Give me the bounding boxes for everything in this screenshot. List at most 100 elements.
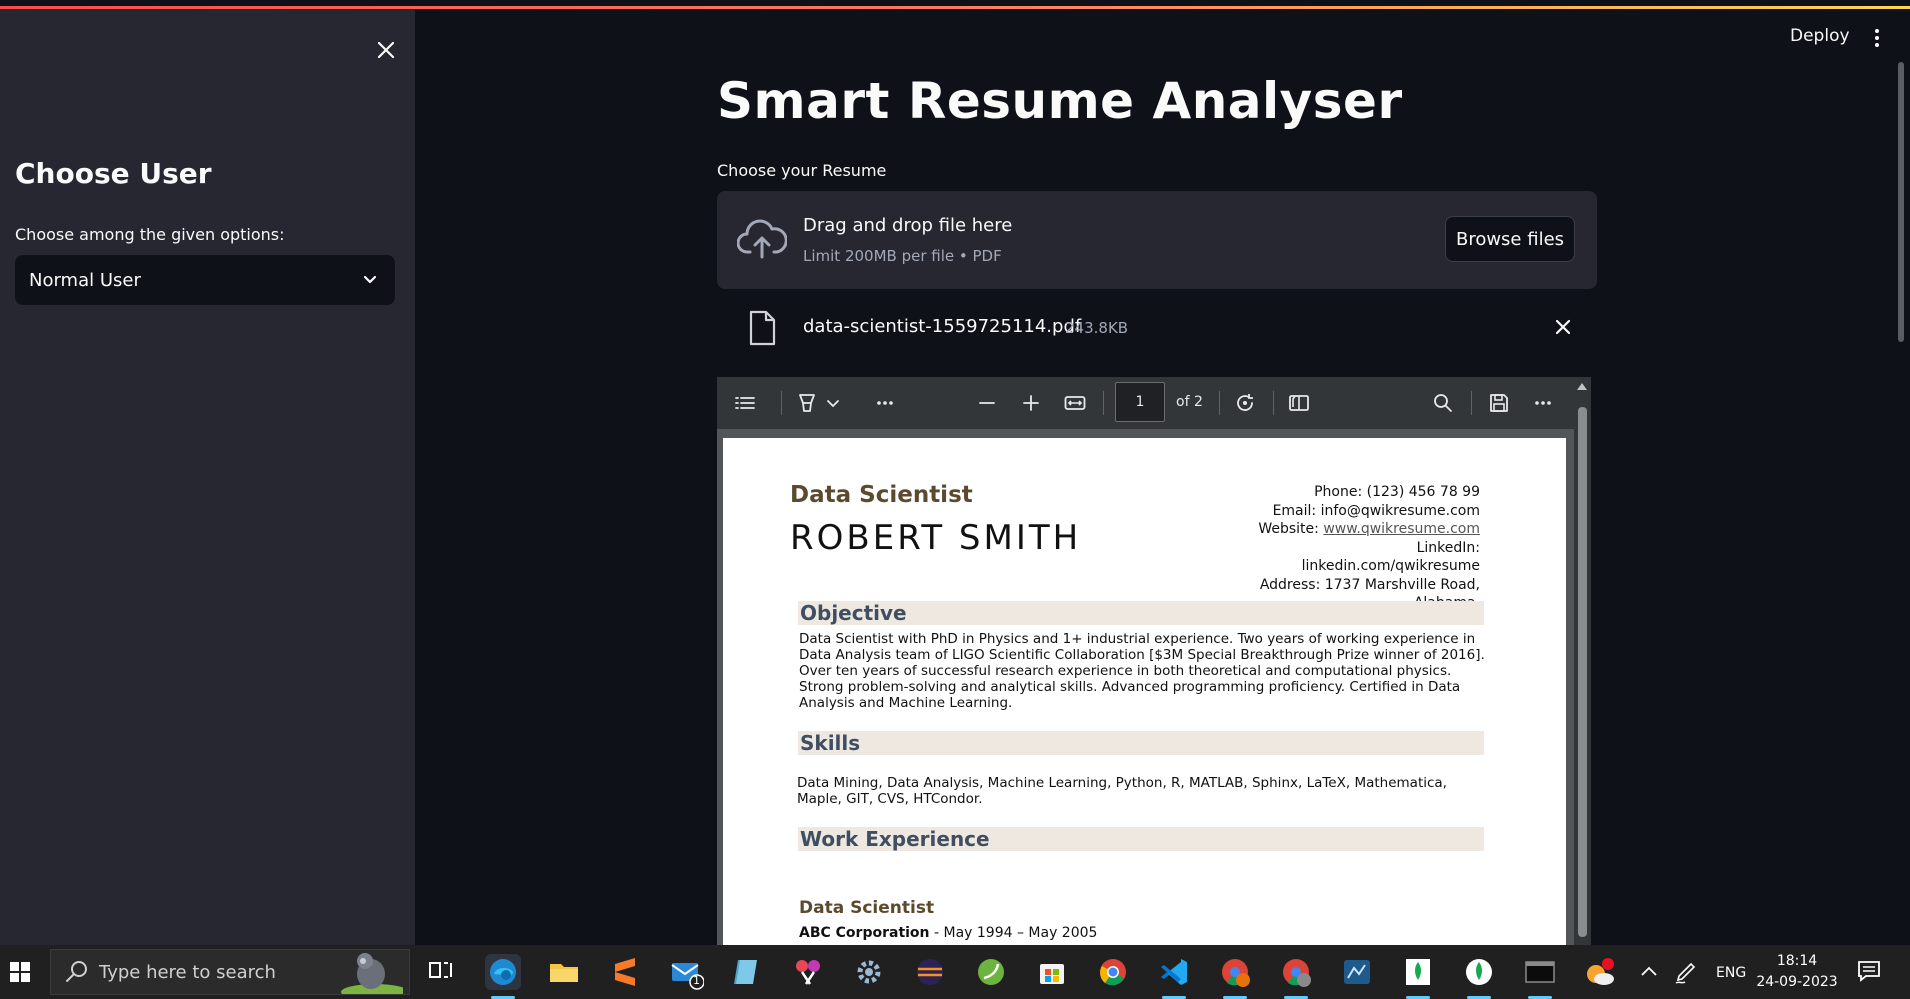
- mail-icon[interactable]: 1: [668, 954, 705, 990]
- clock[interactable]: 18:14 24-09-2023: [1752, 951, 1842, 993]
- mongodb-compass-icon[interactable]: [1400, 954, 1436, 999]
- resume-website: Website: www.qwikresume.com: [1220, 520, 1480, 539]
- list-icon: [735, 397, 755, 409]
- vscode-icon[interactable]: [1156, 954, 1192, 999]
- toolbar-separator: [781, 391, 782, 415]
- save-button[interactable]: [1487, 391, 1511, 415]
- file-size: 243.8KB: [1065, 319, 1129, 337]
- zoom-in-button[interactable]: [1019, 391, 1043, 415]
- search-placeholder: Type here to search: [99, 961, 276, 983]
- file-explorer-icon[interactable]: [546, 954, 582, 990]
- edge-browser-icon[interactable]: [485, 954, 521, 999]
- notes-app-icon[interactable]: [729, 954, 765, 990]
- search-button[interactable]: [1431, 391, 1455, 415]
- plus-icon: [1023, 395, 1039, 411]
- more-actions-button[interactable]: [873, 391, 897, 415]
- weather-icon[interactable]: [1582, 954, 1618, 990]
- clock-date: 24-09-2023: [1756, 974, 1838, 990]
- scroll-up-arrow-icon[interactable]: [1577, 383, 1587, 390]
- spring-tool-icon[interactable]: [973, 954, 1009, 990]
- skills-heading: Skills: [798, 731, 1484, 755]
- file-icon: [749, 310, 776, 346]
- main-scrollbar[interactable]: [1898, 62, 1904, 342]
- search-icon: [1434, 394, 1452, 412]
- job-line: ABC Corporation - May 1994 – May 2005: [799, 925, 1097, 941]
- chrome-profile-p-icon[interactable]: [1217, 954, 1253, 999]
- page-title: Smart Resume Analyser: [717, 72, 1403, 130]
- task-view-icon[interactable]: [424, 954, 460, 990]
- two-page-view-button[interactable]: [1287, 391, 1311, 415]
- gorilla-illustration-icon: [341, 953, 403, 994]
- windows-start-icon[interactable]: [10, 962, 30, 982]
- page-number-input[interactable]: [1115, 382, 1165, 422]
- close-sidebar-button[interactable]: [372, 37, 400, 65]
- settings-gear-icon[interactable]: [851, 954, 887, 990]
- file-name: data-scientist-1559725114.pdf: [803, 316, 1082, 337]
- select-label: Choose among the given options:: [15, 225, 285, 244]
- select-value: Normal User: [29, 269, 141, 291]
- pdf-toolbar: of 2: [717, 377, 1591, 429]
- chrome-profile-s-icon[interactable]: [1278, 954, 1314, 999]
- terminal-icon[interactable]: [1522, 954, 1558, 999]
- user-type-select[interactable]: Normal User: [15, 255, 395, 305]
- search-icon: [66, 961, 87, 982]
- mail-badge: 1: [693, 974, 700, 987]
- uploader-label: Choose your Resume: [717, 161, 887, 180]
- deploy-button[interactable]: Deploy: [1790, 26, 1850, 46]
- chevron-down-icon: [827, 400, 839, 408]
- dropzone-limit: Limit 200MB per file • PDF: [803, 247, 1002, 265]
- more-vert-icon: [1868, 29, 1886, 47]
- pdf-scrollbar[interactable]: [1574, 377, 1591, 945]
- cloud-upload-icon: [737, 219, 787, 259]
- sublime-text-icon[interactable]: [607, 954, 643, 990]
- language-indicator[interactable]: ENG: [1716, 965, 1746, 981]
- uploaded-file-row: data-scientist-1559725114.pdf 243.8KB: [717, 306, 1597, 350]
- fit-width-icon: [1064, 396, 1086, 410]
- sidebar: Choose User Choose among the given optio…: [0, 9, 415, 945]
- close-icon: [1555, 319, 1571, 335]
- snipping-tool-icon[interactable]: [790, 954, 826, 990]
- pdf-scroll-thumb[interactable]: [1578, 407, 1587, 937]
- zoom-out-button[interactable]: [975, 391, 999, 415]
- toolbar-separator: [1219, 391, 1220, 415]
- objective-heading: Objective: [798, 601, 1484, 625]
- objective-text: Data Scientist with PhD in Physics and 1…: [799, 631, 1485, 711]
- mongodb-icon[interactable]: [1461, 954, 1497, 999]
- show-hidden-icons-chevron-up-icon[interactable]: [1636, 954, 1662, 990]
- skills-text: Data Mining, Data Analysis, Machine Lear…: [797, 775, 1447, 807]
- draw-button[interactable]: [795, 391, 819, 415]
- outline-button[interactable]: [733, 391, 757, 415]
- minus-icon: [979, 402, 995, 404]
- chrome-icon[interactable]: [1095, 954, 1131, 990]
- resume-phone: Phone: (123) 456 78 99: [1314, 484, 1480, 500]
- viewer-more-button[interactable]: [1531, 391, 1555, 415]
- fit-width-button[interactable]: [1063, 391, 1087, 415]
- sidebar-title: Choose User: [15, 157, 212, 190]
- resume-role: Data Scientist: [790, 482, 973, 508]
- save-icon: [1490, 394, 1508, 412]
- pen-tray-icon[interactable]: [1672, 954, 1700, 990]
- dropzone-instructions: Drag and drop file here: [803, 215, 1013, 236]
- linkedin-value: linkedin.com/qwikresume: [1301, 558, 1480, 574]
- website-link[interactable]: www.qwikresume.com: [1323, 521, 1480, 537]
- rotate-icon: [1237, 394, 1253, 411]
- chevron-down-icon: [363, 275, 377, 284]
- file-dropzone[interactable]: Drag and drop file here Limit 200MB per …: [717, 191, 1597, 289]
- taskbar-search-box[interactable]: Type here to search: [50, 949, 410, 995]
- clock-time: 18:14: [1776, 953, 1818, 969]
- notification-center-icon[interactable]: [1857, 960, 1881, 982]
- pdf-page: Data Scientist ROBERT SMITH Phone: (123)…: [723, 438, 1566, 945]
- two-page-icon: [1289, 395, 1309, 411]
- main-menu-button[interactable]: [1868, 26, 1886, 52]
- close-icon: [377, 41, 395, 59]
- eclipse-ide-icon[interactable]: [912, 954, 948, 990]
- mysql-workbench-icon[interactable]: [1339, 954, 1375, 990]
- more-horiz-icon: [877, 401, 893, 405]
- rotate-button[interactable]: [1233, 391, 1257, 415]
- microsoft-store-icon[interactable]: [1034, 954, 1070, 990]
- toolbar-separator: [1273, 391, 1274, 415]
- remove-file-button[interactable]: [1555, 312, 1571, 342]
- browse-files-button[interactable]: Browse files: [1445, 216, 1575, 262]
- draw-options-button[interactable]: [821, 391, 839, 415]
- toolbar-separator: [1103, 391, 1104, 415]
